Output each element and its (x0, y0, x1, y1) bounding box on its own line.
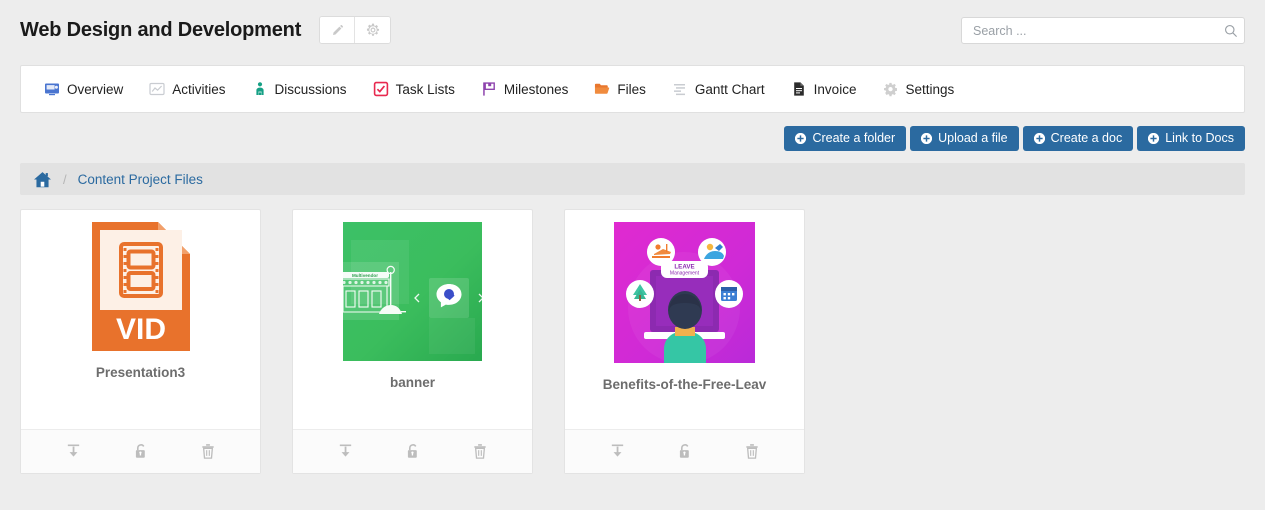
leave-caption-line2: Management (670, 271, 700, 277)
circle-icon-calendar (715, 280, 743, 308)
file-name: banner (389, 375, 435, 390)
download-icon[interactable] (608, 442, 628, 462)
folder-icon (594, 81, 610, 97)
document-icon (791, 81, 807, 97)
tab-label: Settings (905, 81, 955, 97)
leave-caption-line1: LEAVE (674, 263, 694, 270)
tab-activities[interactable]: Activities (136, 66, 238, 112)
file-card-body: Multivendor banner (293, 210, 532, 429)
button-label: Create a folder (812, 131, 896, 146)
file-type-label: VID (115, 313, 165, 346)
file-card-presentation3[interactable]: VID Presentation3 (20, 209, 261, 474)
plus-circle-icon (921, 133, 933, 144)
tab-overview[interactable]: Overview (31, 66, 136, 112)
download-icon[interactable] (64, 442, 84, 462)
edit-project-button[interactable] (320, 17, 356, 43)
circle-icon-tree (626, 280, 654, 308)
plus-circle-icon (1033, 133, 1045, 144)
file-card-body: LEAVE Management Benefits-of-the-Free-Le… (565, 210, 804, 429)
file-card-actions (565, 429, 804, 473)
project-settings-button[interactable] (355, 17, 391, 43)
bars-icon (672, 81, 688, 97)
monitor-icon (44, 81, 60, 97)
lock-icon[interactable] (675, 442, 695, 462)
download-icon[interactable] (336, 442, 356, 462)
tab-milestones[interactable]: Milestones (468, 66, 582, 112)
leave-preview-image: LEAVE Management (614, 222, 755, 363)
title-action-group (319, 16, 392, 44)
file-grid: VID Presentation3 Multivendor banner LEA… (20, 209, 1245, 474)
plus-circle-icon (1148, 133, 1160, 144)
file-card-benefits-of-the-free-leave[interactable]: LEAVE Management Benefits-of-the-Free-Le… (564, 209, 805, 474)
tab-settings[interactable]: Settings (869, 66, 967, 112)
lock-icon[interactable] (403, 442, 423, 462)
tab-label: Gantt Chart (694, 81, 765, 97)
flag-icon (481, 81, 497, 97)
search-icon[interactable] (1218, 18, 1244, 43)
people-icon (252, 81, 268, 97)
tab-label: Discussions (274, 81, 347, 97)
chart-icon (149, 81, 165, 97)
file-card-banner[interactable]: Multivendor banner (292, 209, 533, 474)
trash-icon[interactable] (470, 442, 490, 462)
tab-label: Overview (67, 81, 124, 97)
file-card-body: VID Presentation3 (21, 210, 260, 429)
banner-caption: Multivendor (352, 273, 378, 278)
button-label: Link to Docs (1165, 131, 1234, 146)
tab-label: Invoice (813, 81, 857, 97)
trash-icon[interactable] (742, 442, 762, 462)
tab-label: Files (617, 81, 646, 97)
file-card-actions (293, 429, 532, 473)
checkbox-icon (373, 81, 389, 97)
tab-label: Task Lists (395, 81, 455, 97)
vid-file-icon: VID (91, 222, 190, 351)
button-label: Upload a file (938, 131, 1008, 146)
tab-label: Milestones (503, 81, 569, 97)
breadcrumb-separator: / (63, 171, 67, 187)
lock-icon[interactable] (131, 442, 151, 462)
button-label: Create a doc (1050, 131, 1123, 146)
file-action-bar: Create a folder Upload a file Create a d… (20, 126, 1245, 151)
gear-icon (882, 81, 898, 97)
file-name: Benefits-of-the-Free-Leav (602, 377, 767, 392)
circle-icon-travel (698, 238, 726, 266)
project-tab-bar: Overview Activities Discussions Task Lis… (20, 65, 1245, 113)
plus-circle-icon (795, 133, 807, 144)
link-to-docs-button[interactable]: Link to Docs (1137, 126, 1245, 151)
page-title: Web Design and Development (20, 19, 302, 41)
circle-icon-sunbed (647, 238, 675, 266)
tab-files[interactable]: Files (581, 66, 659, 112)
image-thumbnail: Multivendor (343, 222, 482, 361)
file-type-icon: VID (91, 222, 190, 351)
image-thumbnail: LEAVE Management (614, 222, 755, 363)
gear-icon (366, 23, 380, 37)
file-card-actions (21, 429, 260, 473)
trash-icon[interactable] (198, 442, 218, 462)
tab-gantt-chart[interactable]: Gantt Chart (659, 66, 778, 112)
tab-discussions[interactable]: Discussions (239, 66, 360, 112)
tab-invoice[interactable]: Invoice (778, 66, 870, 112)
create-doc-button[interactable]: Create a doc (1022, 126, 1134, 151)
breadcrumb: / Content Project Files (20, 163, 1245, 195)
tab-label: Activities (172, 81, 226, 97)
breadcrumb-current[interactable]: Content Project Files (78, 172, 203, 187)
pencil-icon (331, 24, 344, 37)
create-folder-button[interactable]: Create a folder (784, 126, 907, 151)
tab-task-lists[interactable]: Task Lists (360, 66, 468, 112)
upload-file-button[interactable]: Upload a file (910, 126, 1019, 151)
search-box[interactable] (961, 17, 1245, 44)
home-icon[interactable] (33, 171, 52, 188)
banner-preview-image: Multivendor (343, 222, 482, 361)
page-header: Web Design and Development (0, 0, 1265, 60)
search-input[interactable] (962, 18, 1218, 43)
file-name: Presentation3 (95, 365, 186, 380)
